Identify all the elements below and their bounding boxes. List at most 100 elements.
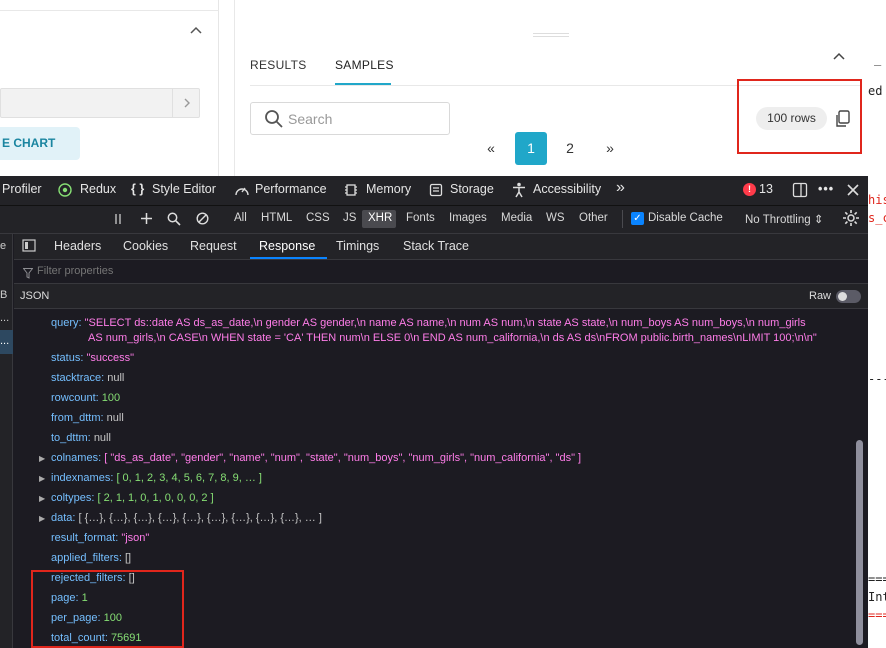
accessibility-icon (512, 182, 526, 198)
gauge-icon (234, 183, 250, 197)
filter-icon (22, 266, 34, 279)
terminal-text: Int (868, 590, 886, 604)
redux-icon (58, 183, 72, 197)
tab-style-editor[interactable]: Style Editor (152, 182, 216, 196)
json-row-rowcount: rowcount: 100 (51, 392, 121, 404)
tab-request[interactable]: Request (190, 239, 237, 253)
filter-media[interactable]: Media (501, 212, 532, 224)
view-chart-button[interactable]: E CHART (0, 127, 80, 160)
filter-properties-input[interactable] (37, 265, 337, 277)
json-row-data[interactable]: data: [ {…}, {…}, {…}, {…}, {…}, {…}, {…… (51, 512, 322, 524)
tab-performance[interactable]: Performance (255, 182, 327, 196)
raw-label: Raw (809, 290, 832, 302)
request-row-text[interactable]: e (0, 240, 6, 252)
copy-icon[interactable] (835, 110, 851, 128)
error-icon: ! (743, 183, 756, 196)
json-row-status: status: "success" (51, 352, 135, 364)
terminal-text: --- (868, 372, 886, 386)
disable-cache-label: Disable Cache (648, 212, 723, 224)
scrollbar[interactable] (856, 440, 863, 645)
json-row-applied-filters: applied_filters: [] (51, 552, 132, 564)
search-input[interactable] (288, 108, 438, 130)
storage-icon (429, 183, 443, 197)
kebab-menu-icon[interactable]: ••• (818, 182, 834, 196)
request-row-text[interactable]: B (0, 289, 7, 301)
divider (0, 10, 219, 11)
error-count[interactable]: 13 (759, 182, 773, 196)
filter-images[interactable]: Images (449, 212, 487, 224)
tab-timings[interactable]: Timings (336, 239, 379, 253)
json-label: JSON (20, 290, 50, 302)
json-row-coltypes[interactable]: coltypes: [ 2, 1, 1, 0, 1, 0, 0, 0, 2 ] (51, 492, 214, 504)
pause-icon[interactable] (113, 212, 123, 226)
highlight-box (31, 570, 184, 648)
json-row-result-format: result_format: "json" (51, 532, 150, 544)
json-row-colnames[interactable]: colnames: [ "ds_as_date", "gender", "nam… (51, 452, 581, 464)
request-row-text[interactable]: ... (0, 312, 9, 324)
expand-arrow-icon[interactable]: ▶ (39, 514, 45, 523)
filter-xhr[interactable]: XHR (368, 212, 392, 224)
toggle-knob (838, 292, 847, 301)
terminal-text: s_c (868, 211, 886, 225)
expand-arrow-icon[interactable]: ▶ (39, 454, 45, 463)
tab-results[interactable]: RESULTS (250, 58, 307, 72)
terminal-text: === (868, 608, 886, 622)
row-count-badge: 100 rows (756, 107, 827, 130)
chevron-right-icon[interactable] (172, 88, 200, 118)
json-row-from-dttm: from_dttm: null (51, 412, 124, 424)
filter-ws[interactable]: WS (546, 212, 565, 224)
close-icon[interactable] (846, 183, 860, 197)
terminal-text: ed (868, 84, 883, 98)
tab-headers[interactable]: Headers (54, 239, 101, 253)
panel-toggle-icon[interactable] (22, 239, 36, 252)
active-tab-indicator (250, 257, 327, 259)
tab-cookies[interactable]: Cookies (123, 239, 168, 253)
filter-js[interactable]: JS (343, 212, 356, 224)
tab-memory[interactable]: Memory (366, 182, 411, 196)
chevron-up-icon[interactable] (187, 24, 205, 42)
braces-icon: { } (131, 182, 145, 196)
pagination-page-1[interactable]: 1 (515, 132, 547, 165)
expand-arrow-icon[interactable]: ▶ (39, 494, 45, 503)
json-row-indexnames[interactable]: indexnames: [ 0, 1, 2, 3, 4, 5, 6, 7, 8,… (51, 472, 262, 484)
json-row-to-dttm: to_dttm: null (51, 432, 111, 444)
tab-accessibility[interactable]: Accessibility (533, 182, 601, 196)
filter-other[interactable]: Other (579, 212, 608, 224)
search-icon[interactable] (167, 212, 181, 226)
tab-response[interactable]: Response (259, 239, 315, 253)
plus-icon[interactable] (140, 212, 153, 225)
drag-handle[interactable] (533, 33, 569, 37)
tab-redux[interactable]: Redux (80, 182, 116, 196)
filter-html[interactable]: HTML (261, 212, 292, 224)
expand-arrow-icon[interactable]: ▶ (39, 474, 45, 483)
disable-cache-checkbox[interactable]: ✓ (631, 212, 644, 225)
search-icon (264, 109, 284, 129)
json-header (14, 284, 868, 309)
dock-icon[interactable] (792, 182, 808, 198)
json-row-query-continued: AS num_girls,\n CASE\n WHEN state = 'CA'… (88, 332, 817, 344)
pagination-page-2[interactable]: 2 (556, 132, 584, 165)
gear-icon[interactable] (842, 209, 860, 227)
json-row-query: query: "SELECT ds::date AS ds_as_date,\n… (51, 317, 806, 329)
terminal-text: === (868, 572, 886, 586)
tab-stack-trace[interactable]: Stack Trace (403, 239, 469, 253)
left-select[interactable] (0, 88, 200, 118)
request-row-text[interactable]: ... (0, 335, 9, 347)
tab-profiler[interactable]: Profiler (2, 182, 42, 196)
more-tabs-button[interactable]: » (616, 179, 625, 197)
terminal-text: _ (874, 52, 882, 66)
json-row-stacktrace: stacktrace: null (51, 372, 125, 384)
clear-icon[interactable] (196, 212, 209, 225)
filter-all[interactable]: All (234, 212, 247, 224)
tab-storage[interactable]: Storage (450, 182, 494, 196)
throttling-select[interactable]: No Throttling ⇕ (745, 212, 823, 226)
filter-fonts[interactable]: Fonts (406, 212, 435, 224)
pagination-next[interactable]: » (600, 132, 620, 165)
pagination-prev[interactable]: « (481, 132, 501, 165)
memory-icon (344, 183, 358, 197)
chevron-up-icon[interactable] (832, 50, 848, 66)
tab-samples[interactable]: SAMPLES (335, 58, 394, 72)
filter-css[interactable]: CSS (306, 212, 330, 224)
terminal-text: his (868, 193, 886, 207)
divider (622, 210, 623, 228)
